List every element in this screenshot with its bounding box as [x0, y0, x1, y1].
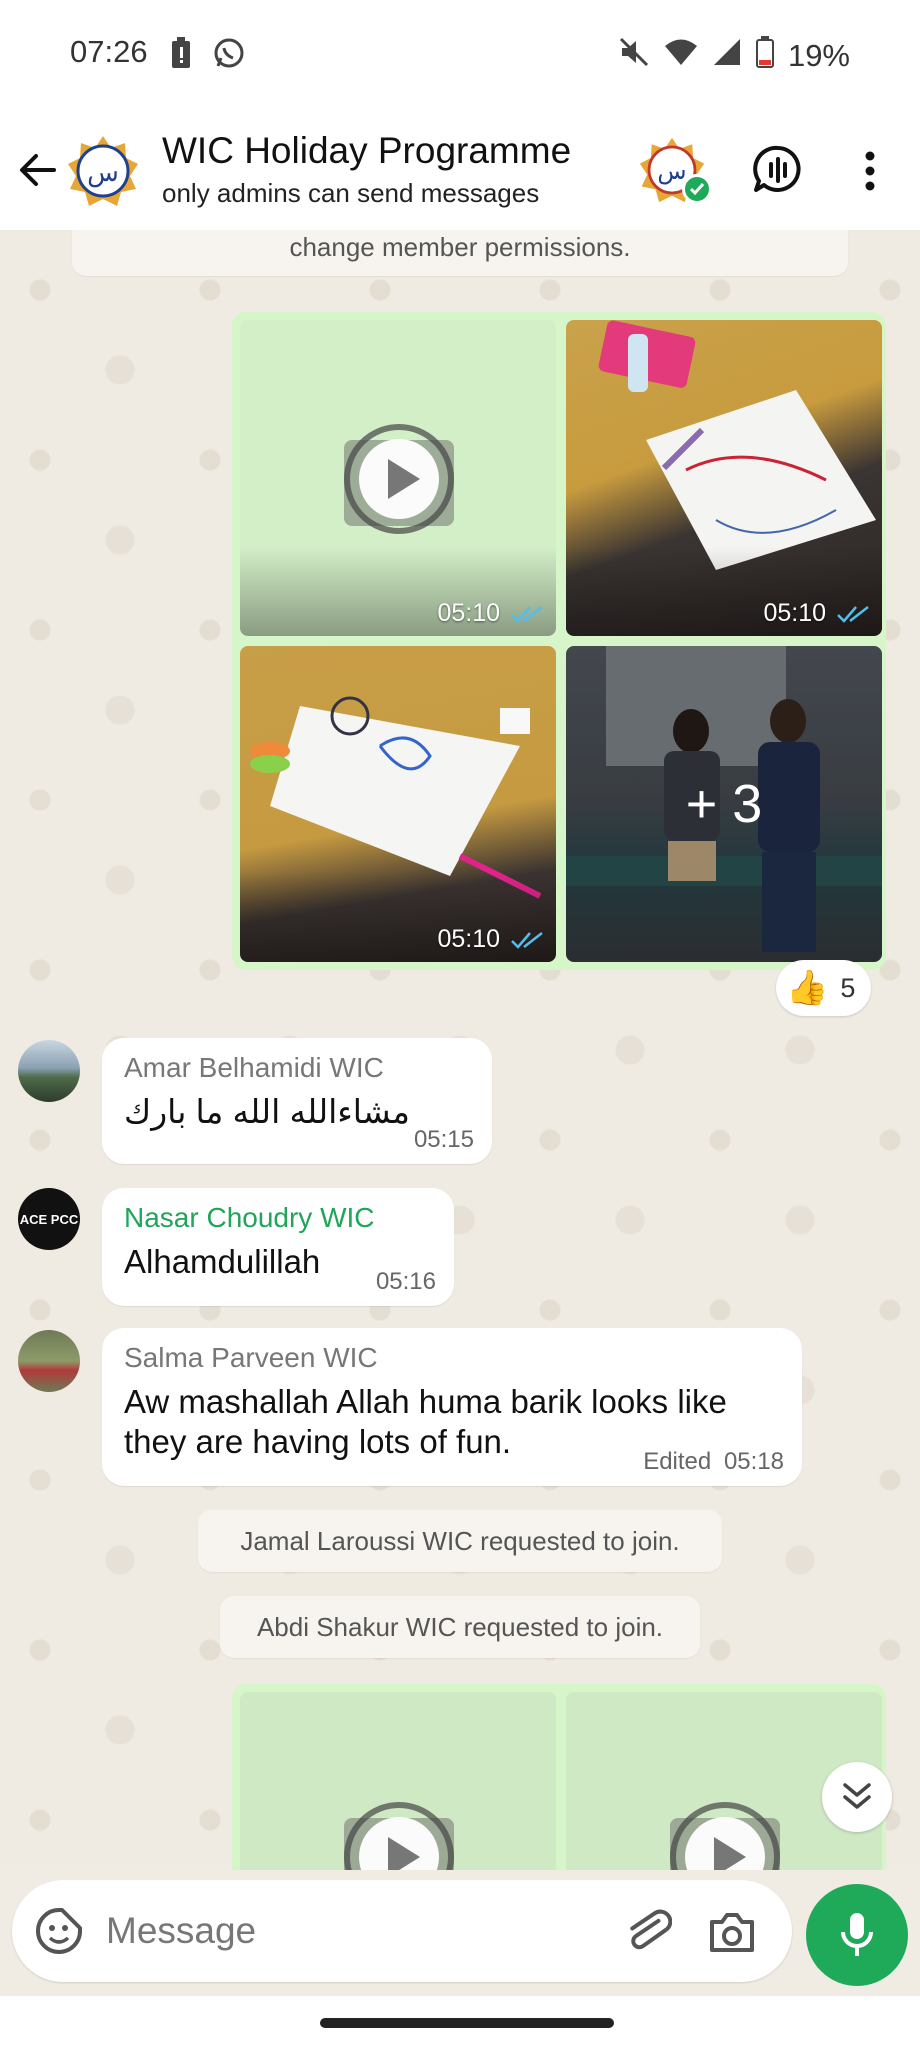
- group-avatar[interactable]: ﺱ: [66, 134, 140, 208]
- signal-icon: [712, 37, 742, 75]
- header-title-block[interactable]: WIC Holiday Programme only admins can se…: [162, 130, 571, 209]
- camera-icon: [710, 1913, 754, 1952]
- more-media-count[interactable]: + 3: [566, 646, 882, 962]
- message-input[interactable]: [106, 1906, 586, 1956]
- message-sender: Amar Belhamidi WIC: [124, 1052, 384, 1083]
- edited-label: Edited: [643, 1448, 712, 1475]
- system-notice-text: Abdi Shakur WIC requested to join.: [256, 1612, 664, 1642]
- message-meta: 05:15: [414, 1126, 474, 1154]
- paperclip-icon: [630, 1909, 673, 1950]
- sticker-button[interactable]: [34, 1906, 84, 1956]
- back-button[interactable]: [14, 146, 62, 194]
- home-gesture-pill[interactable]: [320, 2018, 614, 2028]
- sticker-icon: [36, 1908, 82, 1954]
- mute-icon: [618, 36, 650, 76]
- message-sender: Nasar Choudry WIC: [124, 1202, 375, 1233]
- chat-area[interactable]: change member permissions. 05:10 05:10 0…: [0, 230, 920, 1870]
- tile-timestamp: 05:10: [437, 925, 544, 954]
- battery-icon: [755, 36, 774, 76]
- voice-record-button[interactable]: [806, 1884, 908, 1986]
- message-time: 05:18: [723, 1448, 784, 1475]
- double-check-icon: [511, 931, 543, 949]
- community-avatar-glyph: ﺱ: [657, 157, 686, 185]
- media-group: [232, 1684, 886, 1870]
- avatar[interactable]: [18, 1330, 80, 1392]
- arrow-left-icon: [20, 154, 56, 186]
- message-time: 05:16: [375, 1268, 436, 1295]
- camera-button[interactable]: [706, 1906, 758, 1958]
- kebab-menu-icon: [865, 151, 875, 191]
- tile-time: 05:10: [437, 925, 500, 953]
- attach-button[interactable]: [624, 1906, 673, 1958]
- system-notice: Jamal Laroussi WIC requested to join.: [198, 1510, 722, 1572]
- chat-header: ﺱ WIC Holiday Programme only admins can …: [0, 110, 920, 230]
- system-notice-text: change member permissions.: [289, 232, 631, 262]
- double-check-icon: [511, 605, 543, 623]
- voice-chat-icon: [753, 145, 801, 192]
- message-bubble[interactable]: Salma Parveen WIC Aw mashallah Allah hum…: [102, 1328, 802, 1486]
- status-left-icons: [170, 36, 246, 75]
- tile-time: 05:10: [763, 599, 826, 627]
- tile-timestamp: 05:10: [763, 599, 870, 628]
- tile-timestamp: 05:10: [437, 599, 544, 628]
- video-tile[interactable]: 05:10: [240, 320, 556, 636]
- message-bubble[interactable]: Nasar Choudry WIC Alhamdulillah 05:16: [102, 1188, 454, 1306]
- photo-tile[interactable]: 05:10: [240, 646, 556, 962]
- thumbs-up-icon: 👍: [786, 969, 829, 1007]
- photo-tile[interactable]: 05:10: [566, 320, 882, 636]
- play-icon[interactable]: [344, 424, 454, 534]
- group-avatar-glyph: ﺱ: [87, 158, 119, 188]
- play-icon[interactable]: [344, 1802, 454, 1870]
- status-time: 07:26: [70, 34, 148, 69]
- group-subtitle: only admins can send messages: [162, 178, 540, 208]
- video-tile[interactable]: [240, 1692, 556, 1870]
- media-group: 05:10 05:10 05:10 + 3: [232, 312, 886, 970]
- battery-percent: 19%: [787, 38, 850, 73]
- message-bubble[interactable]: Amar Belhamidi WIC مشاءالله الله ما بارك…: [102, 1038, 492, 1164]
- system-notice-text: Jamal Laroussi WIC requested to join.: [240, 1526, 680, 1556]
- message-meta: Edited 05:18: [643, 1448, 784, 1476]
- community-avatar[interactable]: ﺱ: [638, 136, 712, 204]
- battery-alert-icon: [170, 37, 192, 74]
- tile-time: 05:10: [437, 599, 500, 627]
- system-navigation-bar: [0, 1996, 920, 2048]
- system-notice-permissions: change member permissions.: [72, 230, 848, 276]
- system-notice: Abdi Shakur WIC requested to join.: [220, 1596, 700, 1658]
- message-time: 05:15: [413, 1126, 474, 1153]
- more-options-button[interactable]: [852, 146, 888, 196]
- avatar-text: ACE PCC: [19, 1211, 79, 1227]
- reaction-count: 5: [840, 972, 856, 1003]
- microphone-icon: [841, 1913, 873, 1956]
- photo-tile-more[interactable]: + 3: [566, 646, 882, 962]
- status-bar: 07:26 19%: [0, 0, 920, 110]
- check-icon: [682, 174, 712, 204]
- play-icon[interactable]: [670, 1802, 780, 1870]
- reaction-chip[interactable]: 👍 5: [776, 960, 872, 1016]
- double-check-icon: [837, 605, 869, 623]
- voice-chat-button[interactable]: [752, 144, 804, 196]
- message-sender: Salma Parveen WIC: [124, 1342, 378, 1373]
- status-right: 19%: [618, 36, 850, 76]
- message-composer: [12, 1880, 792, 1982]
- avatar[interactable]: ACE PCC: [18, 1188, 80, 1250]
- message-meta: 05:16: [376, 1268, 436, 1296]
- avatar[interactable]: [18, 1040, 80, 1102]
- scroll-to-bottom-button[interactable]: [822, 1762, 892, 1832]
- whatsapp-icon: [212, 36, 246, 75]
- double-chevron-down-icon: [843, 1783, 871, 1809]
- wifi-icon: [664, 37, 698, 75]
- group-title: WIC Holiday Programme: [162, 130, 572, 171]
